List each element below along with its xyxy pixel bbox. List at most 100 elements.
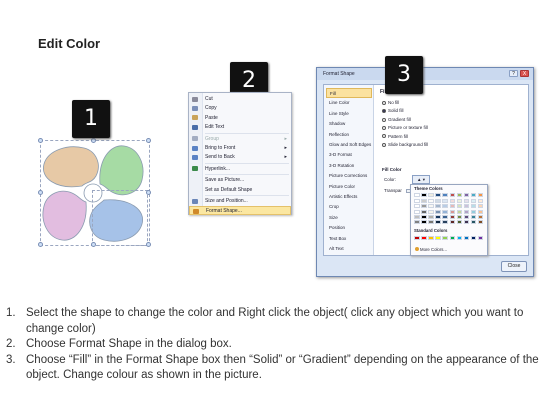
- color-picker-button[interactable]: ▲ ▾: [412, 175, 430, 184]
- color-swatch[interactable]: [414, 214, 420, 220]
- nav-item[interactable]: Fill: [326, 88, 372, 98]
- color-swatch[interactable]: [442, 236, 448, 241]
- color-swatch[interactable]: [414, 209, 420, 214]
- fill-option-radio[interactable]: No fill: [382, 99, 399, 106]
- color-swatch[interactable]: [449, 214, 455, 220]
- fill-option-radio[interactable]: Gradient fill: [382, 116, 411, 123]
- nav-item[interactable]: 3-D Rotation: [326, 161, 372, 171]
- fill-option-radio[interactable]: Picture or texture fill: [382, 124, 428, 131]
- context-menu-item[interactable]: Copy: [189, 104, 291, 113]
- resize-handle[interactable]: [38, 138, 43, 143]
- color-swatch[interactable]: [456, 193, 463, 198]
- color-swatch[interactable]: [414, 204, 420, 209]
- context-menu-item[interactable]: Cut: [189, 95, 291, 104]
- color-swatch[interactable]: [449, 209, 455, 214]
- color-swatch[interactable]: [456, 204, 463, 209]
- color-swatch[interactable]: [449, 236, 455, 241]
- color-swatch[interactable]: [421, 199, 427, 204]
- color-swatch[interactable]: [470, 220, 477, 225]
- resize-handle[interactable]: [38, 242, 43, 247]
- resize-handle[interactable]: [146, 138, 151, 143]
- color-swatch[interactable]: [442, 209, 448, 214]
- nav-item[interactable]: Artistic Effects: [326, 192, 372, 202]
- color-swatch[interactable]: [470, 199, 477, 204]
- color-swatch[interactable]: [470, 214, 477, 220]
- nav-item[interactable]: Alt Text: [326, 244, 372, 254]
- color-swatch[interactable]: [463, 204, 470, 209]
- close-icon[interactable]: X: [520, 70, 529, 77]
- color-swatch[interactable]: [435, 214, 441, 220]
- color-swatch[interactable]: [428, 193, 434, 198]
- color-swatch[interactable]: [463, 220, 470, 225]
- color-swatch[interactable]: [456, 199, 463, 204]
- nav-item[interactable]: Glow and Soft Edges: [326, 140, 372, 150]
- color-swatch[interactable]: [421, 204, 427, 209]
- nav-item[interactable]: Text Box: [326, 234, 372, 244]
- color-swatch[interactable]: [470, 236, 477, 241]
- color-swatch[interactable]: [456, 209, 463, 214]
- resize-handle[interactable]: [146, 190, 151, 195]
- color-swatch[interactable]: [435, 193, 441, 198]
- color-swatch[interactable]: [435, 220, 441, 225]
- context-menu-item[interactable]: Set as Default Shape: [189, 186, 291, 195]
- color-swatch[interactable]: [428, 199, 434, 204]
- resize-handle[interactable]: [38, 190, 43, 195]
- color-swatch[interactable]: [435, 199, 441, 204]
- color-swatch[interactable]: [456, 236, 463, 241]
- nav-item[interactable]: 3-D Format: [326, 150, 372, 160]
- color-swatch[interactable]: [421, 209, 427, 214]
- color-swatch[interactable]: [449, 193, 455, 198]
- nav-item[interactable]: Line Style: [326, 109, 372, 119]
- context-menu-item[interactable]: Save as Picture...: [189, 176, 291, 185]
- color-swatch[interactable]: [456, 214, 463, 220]
- fill-option-radio[interactable]: Pattern fill: [382, 133, 408, 140]
- color-swatch[interactable]: [435, 209, 441, 214]
- color-swatch[interactable]: [449, 220, 455, 225]
- color-swatch[interactable]: [449, 204, 455, 209]
- resize-handle[interactable]: [91, 138, 96, 143]
- nav-item[interactable]: Line Color: [326, 98, 372, 108]
- pinwheel-shape[interactable]: [38, 138, 152, 248]
- nav-item[interactable]: Position: [326, 223, 372, 233]
- color-swatch[interactable]: [470, 209, 477, 214]
- context-menu-item[interactable]: Group ▸: [189, 135, 291, 144]
- context-menu-item[interactable]: Send to Back ▸: [189, 153, 291, 162]
- color-swatch[interactable]: [421, 236, 427, 241]
- color-swatch[interactable]: [477, 209, 484, 214]
- color-swatch[interactable]: [449, 199, 455, 204]
- context-menu-item[interactable]: Hyperlink...: [189, 165, 291, 174]
- color-swatch[interactable]: [435, 204, 441, 209]
- color-swatch[interactable]: [421, 214, 427, 220]
- fill-option-radio[interactable]: Solid fill: [382, 107, 404, 114]
- color-swatch[interactable]: [442, 220, 448, 225]
- color-swatch[interactable]: [456, 220, 463, 225]
- color-swatch[interactable]: [463, 236, 470, 241]
- color-swatch[interactable]: [414, 199, 420, 204]
- nav-item[interactable]: Shadow: [326, 119, 372, 129]
- color-swatch[interactable]: [470, 204, 477, 209]
- color-swatch[interactable]: [463, 193, 470, 198]
- nav-item[interactable]: Picture Color: [326, 182, 372, 192]
- color-swatch[interactable]: [435, 236, 441, 241]
- context-menu-item[interactable]: Size and Position...: [189, 197, 291, 206]
- nav-item[interactable]: Size: [326, 213, 372, 223]
- color-swatch[interactable]: [421, 220, 427, 225]
- color-swatch[interactable]: [414, 236, 420, 241]
- help-button[interactable]: ?: [509, 70, 518, 77]
- color-swatch[interactable]: [463, 209, 470, 214]
- color-swatch[interactable]: [428, 204, 434, 209]
- nav-item[interactable]: Crop: [326, 202, 372, 212]
- color-swatch[interactable]: [477, 204, 484, 209]
- nav-item[interactable]: Picture Corrections: [326, 171, 372, 181]
- context-menu-item[interactable]: Edit Text: [189, 123, 291, 132]
- color-swatch[interactable]: [477, 214, 484, 220]
- color-swatch[interactable]: [428, 214, 434, 220]
- context-menu-item[interactable]: Paste: [189, 114, 291, 123]
- color-swatch[interactable]: [428, 220, 434, 225]
- color-swatch[interactable]: [477, 193, 484, 198]
- color-swatch[interactable]: [442, 204, 448, 209]
- color-swatch[interactable]: [442, 214, 448, 220]
- color-swatch[interactable]: [477, 236, 484, 241]
- color-swatch[interactable]: [463, 214, 470, 220]
- nav-item[interactable]: Reflection: [326, 130, 372, 140]
